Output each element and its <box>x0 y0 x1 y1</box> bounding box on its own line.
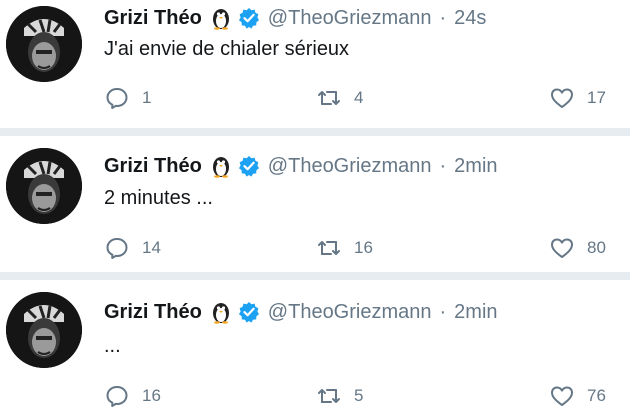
reply-button[interactable]: 1 <box>104 84 151 112</box>
tweet-actions: 1 4 17 <box>104 84 630 112</box>
tweet-header: Grizi Théo @TheoGriezmann <box>104 3 486 33</box>
verified-badge-icon <box>238 7 260 29</box>
reply-count: 16 <box>142 386 161 405</box>
tweet-divider <box>0 272 630 280</box>
like-button[interactable]: 76 <box>549 382 606 410</box>
reply-button[interactable]: 16 <box>104 382 161 410</box>
retweet-icon <box>318 241 340 255</box>
tweet-feed: Grizi Théo @TheoGriezmann · 24s J'ai env… <box>0 0 630 420</box>
tweet-actions: 16 5 76 <box>104 382 630 410</box>
tweet-text: J'ai envie de chialer sérieux <box>104 38 350 60</box>
reply-icon <box>106 238 128 259</box>
separator-dot: · <box>439 300 447 323</box>
avatar-image <box>6 292 82 368</box>
tweet-header: Grizi Théo @TheoGriezmann <box>104 151 498 181</box>
tweet-header: Grizi Théo @TheoGriezmann <box>104 297 498 327</box>
separator-dot: · <box>439 154 447 177</box>
retweet-button[interactable]: 16 <box>316 234 373 262</box>
tweet[interactable]: Grizi Théo @TheoGriezmann <box>0 136 630 270</box>
tweet-actions: 14 16 80 <box>104 234 630 262</box>
like-button[interactable]: 17 <box>549 84 606 112</box>
tweet[interactable]: Grizi Théo @TheoGriezmann <box>0 0 630 134</box>
display-name[interactable]: Grizi Théo <box>104 7 202 30</box>
handle[interactable]: @TheoGriezmann <box>268 301 432 324</box>
reply-icon <box>106 88 128 109</box>
handle[interactable]: @TheoGriezmann <box>268 7 432 30</box>
reply-icon <box>106 386 128 407</box>
handle[interactable]: @TheoGriezmann <box>268 155 432 178</box>
retweet-button[interactable]: 4 <box>316 84 363 112</box>
timestamp[interactable]: 2min <box>454 155 497 178</box>
heart-icon <box>551 88 573 108</box>
avatar-image <box>6 148 82 224</box>
penguin-emoji-icon <box>210 154 232 178</box>
retweet-button[interactable]: 5 <box>316 382 363 410</box>
verified-badge-icon <box>238 301 260 323</box>
like-count: 80 <box>587 238 606 257</box>
retweet-count: 5 <box>354 386 364 405</box>
retweet-icon <box>318 389 340 403</box>
avatar[interactable] <box>6 148 82 224</box>
avatar[interactable] <box>6 6 82 82</box>
retweet-count: 16 <box>354 238 373 257</box>
penguin-emoji-icon <box>210 6 232 30</box>
like-button[interactable]: 80 <box>549 234 606 262</box>
retweet-icon <box>318 91 340 105</box>
verified-badge-icon <box>238 155 260 177</box>
heart-icon <box>551 386 573 406</box>
tweet[interactable]: Grizi Théo @TheoGriezmann <box>0 282 630 420</box>
retweet-count: 4 <box>354 88 364 107</box>
timestamp[interactable]: 24s <box>454 7 486 30</box>
separator-dot: · <box>439 6 447 29</box>
penguin-emoji-icon <box>210 300 232 324</box>
tweet-divider <box>0 128 630 136</box>
display-name[interactable]: Grizi Théo <box>104 155 202 178</box>
timestamp[interactable]: 2min <box>454 301 497 324</box>
tweet-text: 2 minutes ... <box>104 187 213 209</box>
tweet-text: ... <box>104 335 121 357</box>
reply-count: 1 <box>142 88 152 107</box>
heart-icon <box>551 238 573 258</box>
avatar[interactable] <box>6 292 82 368</box>
like-count: 17 <box>587 88 606 107</box>
reply-button[interactable]: 14 <box>104 234 161 262</box>
like-count: 76 <box>587 386 606 405</box>
display-name[interactable]: Grizi Théo <box>104 301 202 324</box>
reply-count: 14 <box>142 238 161 257</box>
avatar-image <box>6 6 82 82</box>
